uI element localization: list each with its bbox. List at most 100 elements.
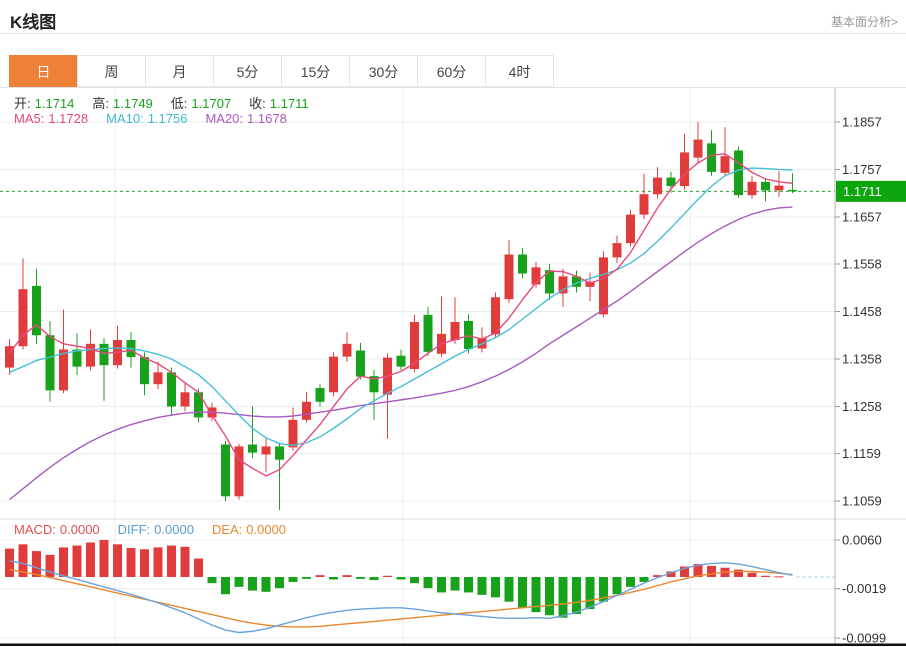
macd-bar [734,569,743,577]
legend-label: 开: [14,96,31,111]
macd-bar [464,577,473,593]
candle-body [59,349,68,391]
legend-label: MA20: [205,111,244,126]
macd-bar [113,544,122,577]
macd-bar [167,545,176,577]
macd-legend: MACD: 0.0000 DIFF: 0.0000 DEA: 0.0000 [14,522,304,537]
macd-bar [342,575,352,577]
macd-bar [275,577,284,589]
candle-body [329,356,338,393]
macd-bar [558,577,568,618]
current-price-badge-label: 1.1711 [843,184,882,199]
macd-bar [626,577,635,587]
candle-body [693,139,703,158]
macd-bar [221,577,230,595]
macd-bar [356,577,365,579]
macd-bar [707,565,716,577]
fundamental-analysis-link[interactable]: 基本面分析> [831,13,898,30]
macd-bar [153,547,163,577]
header-divider [0,33,906,34]
candle-body [774,185,784,191]
candle-body [194,392,203,418]
macd-bar [207,577,217,584]
legend-value: 0.0000 [246,522,287,537]
tab-周[interactable]: 周 [77,55,146,87]
macd-bar [302,577,311,579]
macd-bar [545,577,554,616]
macd-bar [774,576,784,578]
price-axis-label: 1.1458 [842,304,882,319]
macd-axis-label: 0.0060 [842,533,882,548]
macd-bar [99,540,109,577]
ma5-line [8,153,793,477]
candle-body [504,254,514,300]
candle-body [356,350,365,377]
legend-label: MACD: [14,522,56,537]
macd-bar [72,545,82,577]
bottom-border [0,643,906,646]
candle-body [153,372,163,385]
price-axis-label: 1.1757 [842,162,882,177]
legend-value: 1.1678 [247,111,287,126]
price-axis-label: 1.1258 [842,399,882,414]
tab-60分[interactable]: 60分 [417,55,486,87]
macd-bar [450,577,460,591]
macd-bar [288,577,298,582]
candle-body [288,419,298,448]
macd-bar [383,575,392,577]
legend-value: 0.0000 [154,522,194,537]
candle-body [315,388,325,402]
tab-30分[interactable]: 30分 [349,55,418,87]
macd-bar [261,577,271,592]
candle-body [639,194,649,215]
candle-body [18,289,28,347]
tab-4时[interactable]: 4时 [485,55,554,87]
legend-value: 1.1749 [113,96,153,111]
candle-body [180,392,190,407]
candle-body [86,343,95,367]
macd-bar [612,577,622,595]
page-title: K线图 [10,13,57,32]
candle-body [747,181,757,196]
legend-value: 0.0000 [59,522,100,537]
candle-body [99,343,109,366]
macd-bar [410,577,419,584]
macd-bar [518,577,527,608]
candle-body [680,152,689,187]
macd-bar [32,551,41,577]
candle-body [167,372,176,407]
candle-body [140,357,149,385]
candle-body [450,321,460,341]
macd-bar [477,577,487,595]
candle-body [342,343,352,357]
candle-body [518,254,527,274]
price-axis-label: 1.1657 [842,210,882,225]
candle-body [612,243,622,258]
macd-bar [86,542,95,577]
chart-svg[interactable]: 1.1857 1.1757 1.1657 1.1558 1.1458 1.1358 1.12… [0,88,906,647]
legend-value: 1.1714 [34,96,75,111]
timeframe-tabbar: 日周月 5分 15分 30分 60分 4时 [9,55,554,87]
macd-bar [59,547,68,577]
macd-axis-label: -0.0019 [842,581,886,596]
macd-bar [396,577,406,580]
macd-axis-label: -0.0099 [842,631,886,646]
tab-15分[interactable]: 15分 [281,55,350,87]
macd-bar [126,548,136,577]
tab-日[interactable]: 日 [9,55,78,87]
macd-bar [5,548,14,577]
kline-widget: { "header": { "title": "K线图", "link": "基… [0,0,906,647]
candle-body [788,189,797,192]
macd-bar [761,575,770,577]
ma-legend: MA5: 1.1728 MA10: 1.1756 MA20: 1.1678 [14,111,305,126]
macd-bar [140,549,149,577]
legend-value: 1.1711 [269,96,309,111]
legend-label: 低: [170,96,188,111]
macd-bar [491,577,500,598]
macd-bar [248,577,257,591]
macd-bar [45,554,55,577]
tab-5分[interactable]: 5分 [213,55,282,87]
macd-bar [234,577,244,587]
ohlc-legend: 开: 1.1714 高: 1.1749 低: 1.1707 收: 1.1711 [14,93,327,112]
tab-月[interactable]: 月 [145,55,214,87]
